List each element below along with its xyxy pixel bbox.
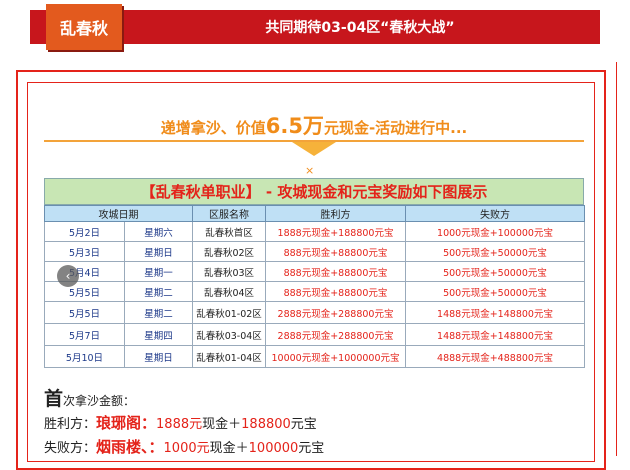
first-rest: 次拿沙金额：: [63, 394, 136, 408]
cell-lose: 1000元现金+100000元宝: [405, 221, 585, 242]
cell-weekday: 星期六: [124, 221, 193, 242]
banner-title: 共同期待03-04区“春秋大战”: [265, 20, 455, 36]
cell-server: 乱春秋03区: [192, 261, 266, 282]
header-winner: 胜利方: [265, 205, 406, 222]
chevron-down-icon: [292, 142, 336, 156]
loser-line: 失败方：烟雨楼、：1000元现金＋100000元宝: [44, 436, 324, 457]
lose-ingot-unit: 元宝: [298, 441, 325, 456]
cell-server: 乱春秋04区: [192, 281, 266, 302]
cell-lose: 500元现金+50000元宝: [405, 261, 585, 282]
reward-table: 攻城日期 区服名称 胜利方 失败方 5月2日 星期六 乱春秋首区 1888元现金…: [44, 205, 585, 368]
lose-ingot: 100000: [248, 441, 299, 456]
lose-label: 失败方：: [44, 441, 97, 456]
winner-line: 胜利方：琅琊阁：1888元现金＋188800元宝: [44, 412, 317, 433]
win-guild: 琅琊阁：: [96, 414, 157, 432]
win-ingot-unit: 元宝: [290, 417, 317, 432]
win-cash: 1888元: [156, 417, 203, 432]
table-row: 5月4日 星期一 乱春秋03区 888元现金+88800元宝 500元现金+50…: [44, 261, 585, 282]
right-border: [616, 62, 617, 456]
header-date: 攻城日期: [44, 205, 193, 222]
cell-weekday: 星期二: [124, 301, 193, 324]
cell-weekday: 星期日: [124, 345, 193, 368]
table-title: 【乱春秋单职业】 - 攻城现金和元宝奖励如下图展示: [44, 178, 584, 205]
table-row: 5月5日 星期二 乱春秋04区 888元现金+88800元宝 500元现金+50…: [44, 281, 585, 302]
cell-date: 5月7日: [44, 323, 125, 346]
lose-guild: 烟雨楼、：: [96, 438, 164, 456]
headline-part1: 递增拿沙、价值: [160, 119, 266, 137]
cell-win: 10000元现金+1000000元宝: [265, 345, 406, 368]
first-char: 首: [44, 388, 64, 410]
headline-amount: 6.5万: [265, 114, 324, 138]
table-row: 5月5日 星期二 乱春秋01-02区 2888元现金+288800元宝 1488…: [44, 301, 585, 324]
cell-weekday: 星期日: [124, 241, 193, 262]
table-row: 5月7日 星期四 乱春秋03-04区 2888元现金+288800元宝 1488…: [44, 323, 585, 346]
cell-server: 乱春秋02区: [192, 241, 266, 262]
cell-server: 乱春秋01-02区: [192, 301, 266, 324]
cell-date: 5月10日: [44, 345, 125, 368]
win-label: 胜利方：: [44, 417, 97, 432]
headline-part2: 元现金-活动进行中...: [323, 119, 468, 137]
cell-weekday: 星期一: [124, 261, 193, 282]
cell-lose: 4888元现金+488800元宝: [405, 345, 585, 368]
cell-weekday: 星期四: [124, 323, 193, 346]
win-plus: ＋: [228, 417, 242, 432]
cell-win: 888元现金+88800元宝: [265, 261, 406, 282]
cell-weekday: 星期二: [124, 281, 193, 302]
promo-headline: 递增拿沙、价值6.5万元现金-活动进行中...: [44, 110, 584, 140]
header-loser: 失败方: [405, 205, 585, 222]
cell-date: 5月5日: [44, 281, 125, 302]
lose-cash-unit: 现金: [209, 441, 236, 456]
cell-win: 1888元现金+188800元宝: [265, 221, 406, 242]
table-row: 5月3日 星期日 乱春秋02区 888元现金+88800元宝 500元现金+50…: [44, 241, 585, 262]
cell-win: 888元现金+88800元宝: [265, 241, 406, 262]
prev-arrow-icon[interactable]: ‹: [57, 265, 79, 287]
cell-lose: 1488元现金+148800元宝: [405, 301, 585, 324]
win-cash-unit: 现金: [202, 417, 229, 432]
lose-plus: ＋: [235, 441, 249, 456]
cell-win: 2888元现金+288800元宝: [265, 301, 406, 324]
win-ingot: 188800: [241, 417, 291, 432]
cell-lose: 500元现金+50000元宝: [405, 241, 585, 262]
cell-date: 5月2日: [44, 221, 125, 242]
table-row: 5月10日 星期日 乱春秋01-04区 10000元现金+1000000元宝 4…: [44, 345, 585, 368]
cell-server: 乱春秋01-04区: [192, 345, 266, 368]
x-mark-icon: ×: [305, 164, 315, 177]
cell-server: 乱春秋03-04区: [192, 323, 266, 346]
cell-lose: 1488元现金+148800元宝: [405, 323, 585, 346]
first-reward-heading: 首次拿沙金额：: [44, 384, 135, 411]
cell-server: 乱春秋首区: [192, 221, 266, 242]
cell-win: 888元现金+88800元宝: [265, 281, 406, 302]
table-row: 5月2日 星期六 乱春秋首区 1888元现金+188800元宝 1000元现金+…: [44, 221, 585, 242]
header-server: 区服名称: [192, 205, 266, 222]
cell-date: 5月5日: [44, 301, 125, 324]
game-badge: 乱春秋: [46, 4, 122, 50]
lose-cash: 1000元: [163, 441, 210, 456]
cell-date: 5月3日: [44, 241, 125, 262]
table-header-row: 攻城日期 区服名称 胜利方 失败方: [44, 205, 585, 222]
cell-lose: 500元现金+50000元宝: [405, 281, 585, 302]
cell-win: 2888元现金+288800元宝: [265, 323, 406, 346]
